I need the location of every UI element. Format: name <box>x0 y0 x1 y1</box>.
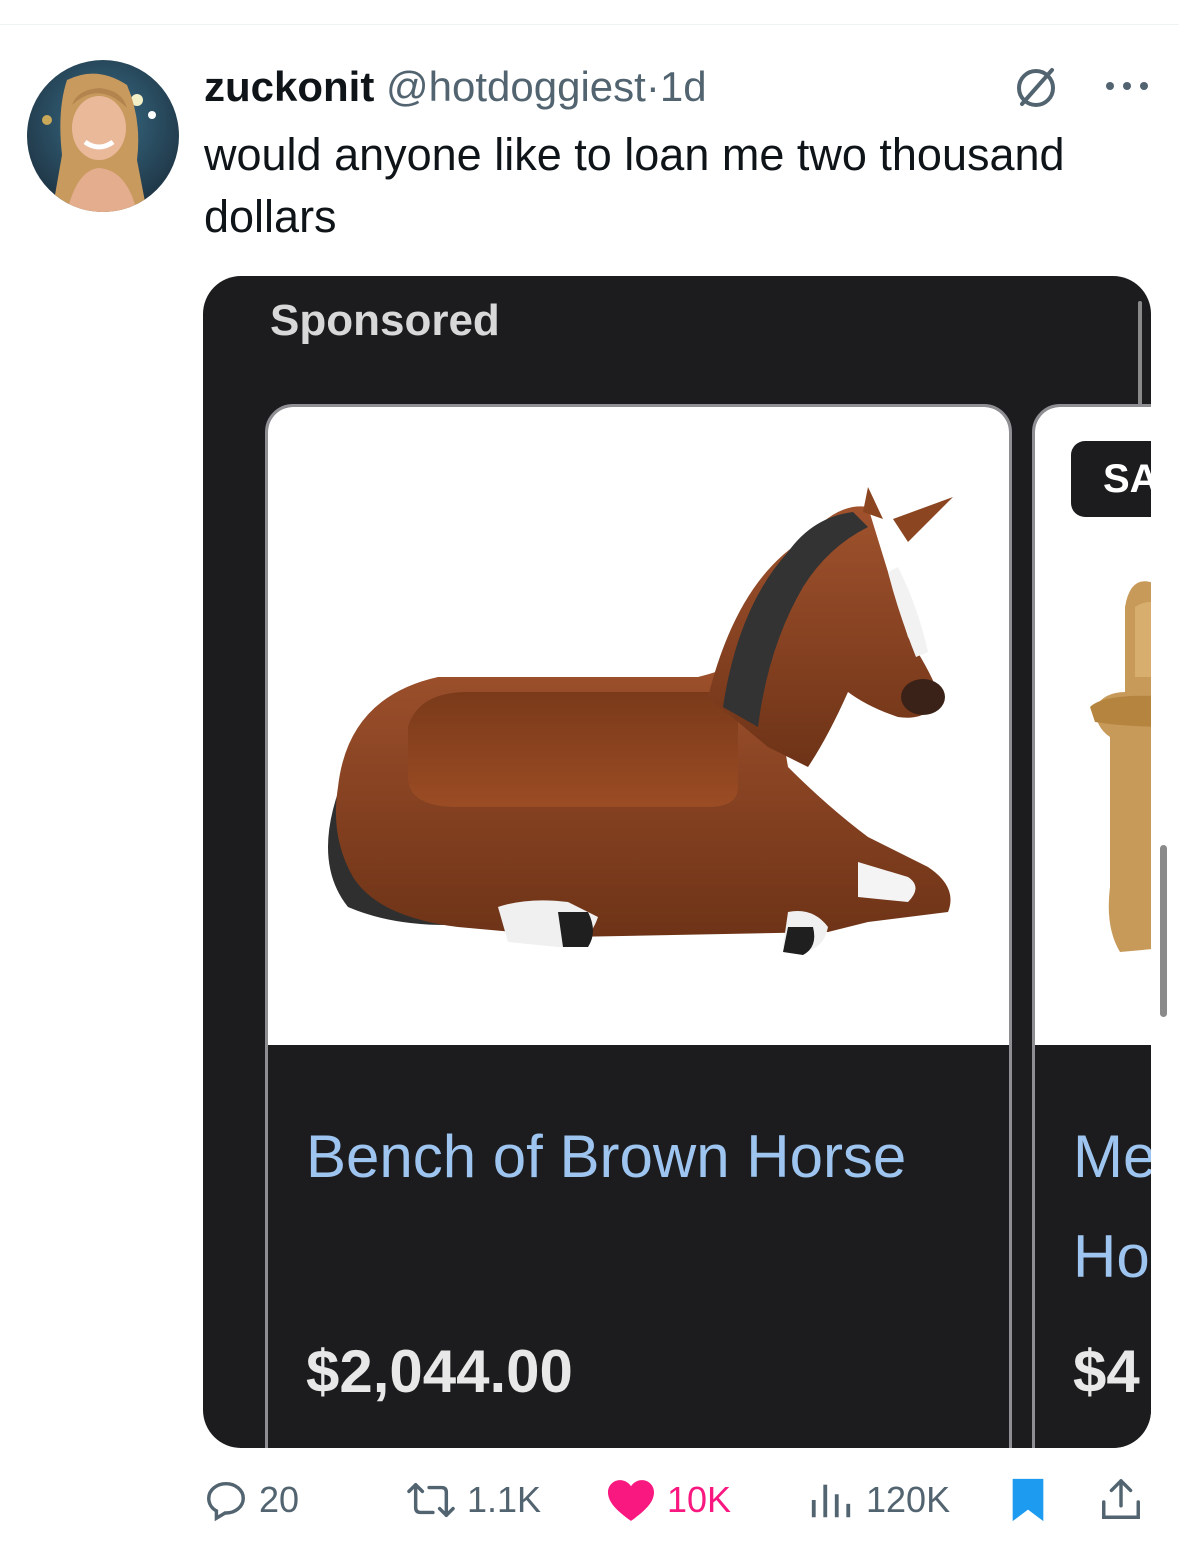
share-button[interactable] <box>1098 1470 1144 1530</box>
product-image-next[interactable]: SA <box>1035 407 1151 1045</box>
product-card-next[interactable]: SA Me Ho $4 <box>1032 404 1151 1448</box>
sponsored-card: Sponsored Bench of Brown Horse $2,044.00… <box>203 276 1151 1448</box>
bookmark-button[interactable] <box>1008 1470 1048 1530</box>
reply-icon <box>207 1481 245 1522</box>
separator-dot: · <box>645 63 660 110</box>
avatar[interactable] <box>27 60 179 212</box>
reply-count: 20 <box>259 1479 300 1520</box>
repost-icon <box>407 1482 455 1518</box>
sponsored-label: Sponsored <box>270 296 500 345</box>
product-price: $2,044.00 <box>306 1338 573 1405</box>
horse-bench-photo <box>328 487 953 955</box>
views-icon <box>811 1484 851 1518</box>
product-card[interactable]: Bench of Brown Horse $2,044.00 <box>265 404 1012 1448</box>
user-handle[interactable]: @hotdoggiest <box>386 63 646 110</box>
repost-button[interactable]: 1.1K <box>405 1470 541 1530</box>
views-button[interactable]: 120K <box>806 1470 950 1530</box>
profile-photo <box>27 60 179 212</box>
tweet-header: zuckonit @hotdoggiest·1d <box>204 60 707 114</box>
like-count: 10K <box>667 1479 732 1520</box>
display-name[interactable]: zuckonit <box>204 63 374 110</box>
product-title-next[interactable]: Me Ho <box>1073 1107 1151 1307</box>
repost-count: 1.1K <box>467 1479 542 1520</box>
action-bar: 20 1.1K 10K 120K <box>0 1470 1179 1530</box>
grok-icon[interactable] <box>1012 64 1060 112</box>
product-price-next: $4 <box>1073 1338 1140 1405</box>
reply-button[interactable]: 20 <box>203 1470 299 1530</box>
view-count: 120K <box>866 1479 951 1520</box>
heart-icon <box>608 1480 654 1521</box>
product-title[interactable]: Bench of Brown Horse <box>306 1107 966 1207</box>
product-title-next-line2: Ho <box>1073 1223 1150 1290</box>
product-image[interactable] <box>268 407 1009 1045</box>
more-icon[interactable] <box>1102 64 1152 108</box>
top-divider <box>0 24 1179 25</box>
share-icon <box>1102 1479 1140 1519</box>
page-scrollbar[interactable] <box>1160 845 1167 1017</box>
bookmark-icon <box>1012 1478 1044 1522</box>
like-button[interactable]: 10K <box>605 1470 731 1530</box>
tweet-text: would anyone like to loan me two thousan… <box>204 129 1065 242</box>
timestamp[interactable]: 1d <box>660 63 707 110</box>
sale-badge: SA <box>1071 441 1151 517</box>
product-title-next-line1: Me <box>1073 1123 1151 1190</box>
